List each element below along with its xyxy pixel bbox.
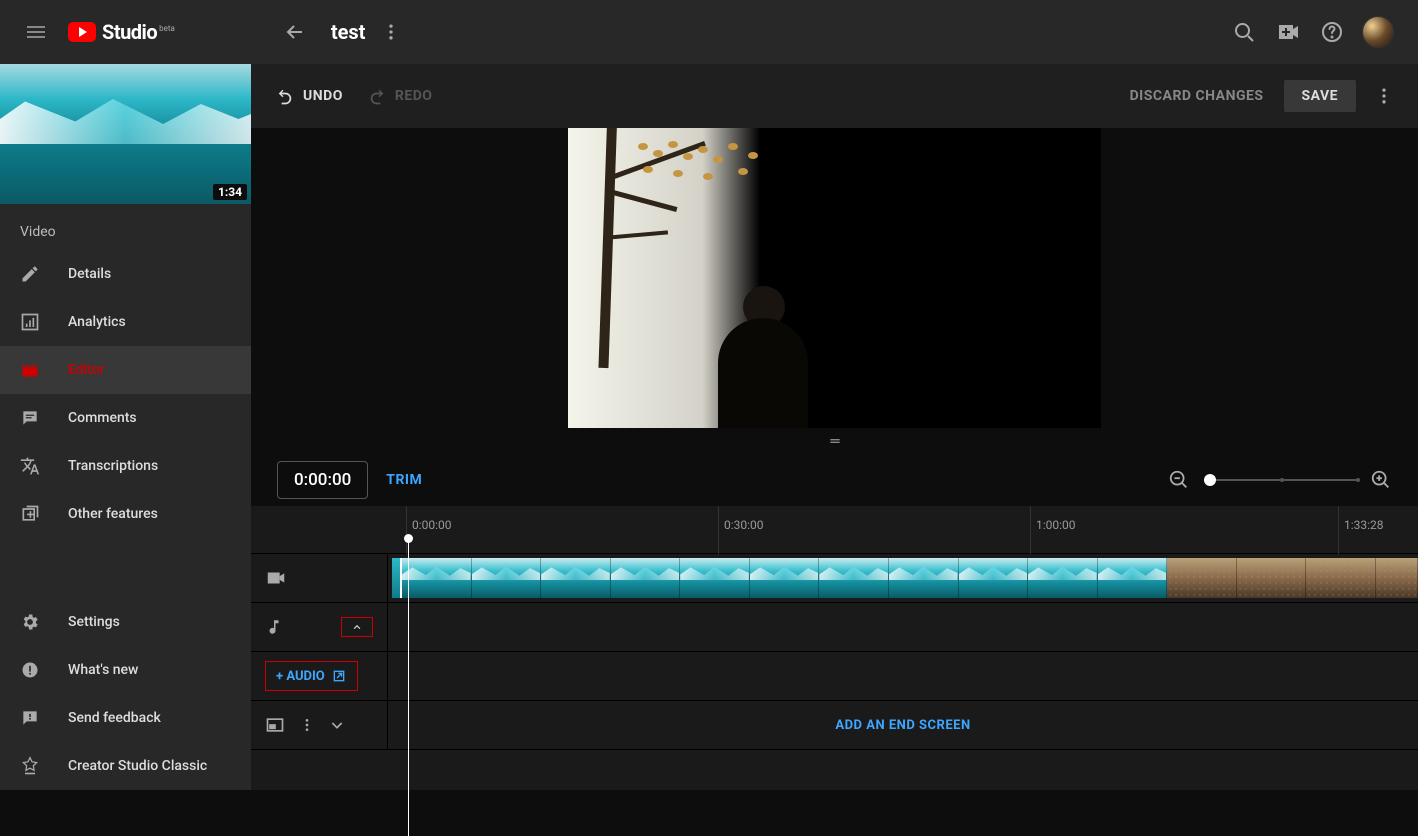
audio-add-track: + AUDIO [251,652,1418,701]
sidebar-item-editor[interactable]: Editor [0,346,251,394]
sidebar-item-details[interactable]: Details [0,250,251,298]
sidebar-item-label: Creator Studio Classic [68,758,207,774]
zoom-in-button[interactable] [1370,469,1392,491]
back-button[interactable] [275,12,315,52]
create-button[interactable] [1268,12,1308,52]
studio-logo[interactable]: Studio beta [68,20,175,44]
resize-handle[interactable] [251,428,1418,454]
new-icon [20,660,48,680]
clapper-icon [20,360,48,380]
track-more-button[interactable] [299,717,315,733]
classic-icon [20,756,48,776]
sidebar-item-label: Editor [68,362,105,378]
add-end-screen-button[interactable]: ADD AN END SCREEN [835,718,970,733]
translate-icon [20,456,48,476]
topbar: Studio beta test [0,0,1418,64]
sidebar-item-label: Analytics [68,314,126,330]
sidebar-item-whatsnew[interactable]: What's new [0,646,251,694]
preview-area [251,128,1418,428]
save-button[interactable]: SAVE [1284,80,1357,112]
add-box-icon [20,504,48,524]
ruler-tick: 0:00:00 [412,518,452,532]
redo-icon [367,86,387,106]
playhead[interactable] [408,536,409,836]
analytics-icon [20,312,48,332]
page-title: test [331,20,366,44]
timeline-controls: 0:00:00 TRIM [251,454,1418,506]
audio-track-header [251,603,388,651]
video-track-header [251,554,388,602]
sidebar-item-transcriptions[interactable]: Transcriptions [0,442,251,490]
add-audio-label: + AUDIO [276,669,325,684]
sidebar-item-label: Other features [68,506,158,522]
menu-button[interactable] [16,12,56,52]
timeline: 0:00:00 0:30:00 1:00:00 1:33:28 [251,506,1418,790]
duration-badge: 1:34 [213,184,247,200]
sidebar-item-label: Settings [68,614,120,630]
help-button[interactable] [1312,12,1352,52]
sidebar-item-label: Transcriptions [68,458,158,474]
youtube-play-icon [68,22,96,42]
endscreen-icon [265,715,285,735]
editor-toolbar: UNDO REDO DISCARD CHANGES SAVE [251,64,1418,128]
sidebar-item-analytics[interactable]: Analytics [0,298,251,346]
video-icon [265,567,287,589]
sidebar-item-settings[interactable]: Settings [0,598,251,646]
title-more-button[interactable] [381,22,401,42]
sidebar-item-label: What's new [68,662,138,678]
comments-icon [20,408,48,428]
undo-button[interactable]: UNDO [275,86,343,106]
video-preview[interactable] [568,128,1101,428]
discard-button[interactable]: DISCARD CHANGES [1130,88,1264,104]
search-button[interactable] [1224,12,1264,52]
zoom-slider-handle[interactable] [1204,474,1216,486]
sidebar: 1:34 Video Details Analytics Editor Comm… [0,64,251,790]
redo-label: REDO [395,88,433,104]
music-icon [265,618,283,636]
sidebar-item-label: Send feedback [68,710,161,726]
gear-icon [20,612,48,632]
clip-trim-handle[interactable] [392,558,402,598]
sidebar-section-label: Video [0,204,251,250]
logo-text: Studio [102,20,157,44]
video-track [251,554,1418,603]
logo-beta: beta [159,24,175,33]
video-thumbnail[interactable]: 1:34 [0,64,251,204]
add-audio-button[interactable]: + AUDIO [265,661,358,691]
ruler-tick: 1:33:28 [1344,518,1384,532]
avatar[interactable] [1362,16,1394,48]
undo-icon [275,86,295,106]
ruler-tick: 1:00:00 [1036,518,1076,532]
sidebar-item-label: Comments [68,410,137,426]
toolbar-more-button[interactable] [1374,86,1394,106]
pencil-icon [20,264,48,284]
audio-track [251,603,1418,652]
external-link-icon [331,668,347,684]
trim-button[interactable]: TRIM [386,472,422,488]
sidebar-item-other[interactable]: Other features [0,490,251,538]
sidebar-item-classic[interactable]: Creator Studio Classic [0,742,251,790]
editor-content: UNDO REDO DISCARD CHANGES SAVE [251,64,1418,790]
timecode-input[interactable]: 0:00:00 [277,461,368,499]
undo-label: UNDO [303,88,343,104]
endscreen-track-header [251,701,388,749]
sidebar-item-comments[interactable]: Comments [0,394,251,442]
feedback-icon [20,708,48,728]
video-clip[interactable] [392,558,1418,598]
collapse-audio-button[interactable] [341,617,373,637]
zoom-out-button[interactable] [1168,469,1190,491]
expand-endscreen-button[interactable] [329,717,345,733]
sidebar-item-label: Details [68,266,111,282]
ruler-tick: 0:30:00 [724,518,764,532]
endscreen-track: ADD AN END SCREEN [251,701,1418,750]
zoom-slider[interactable] [1204,479,1356,481]
sidebar-item-feedback[interactable]: Send feedback [0,694,251,742]
redo-button[interactable]: REDO [367,86,433,106]
timeline-ruler[interactable]: 0:00:00 0:30:00 1:00:00 1:33:28 [251,506,1418,554]
